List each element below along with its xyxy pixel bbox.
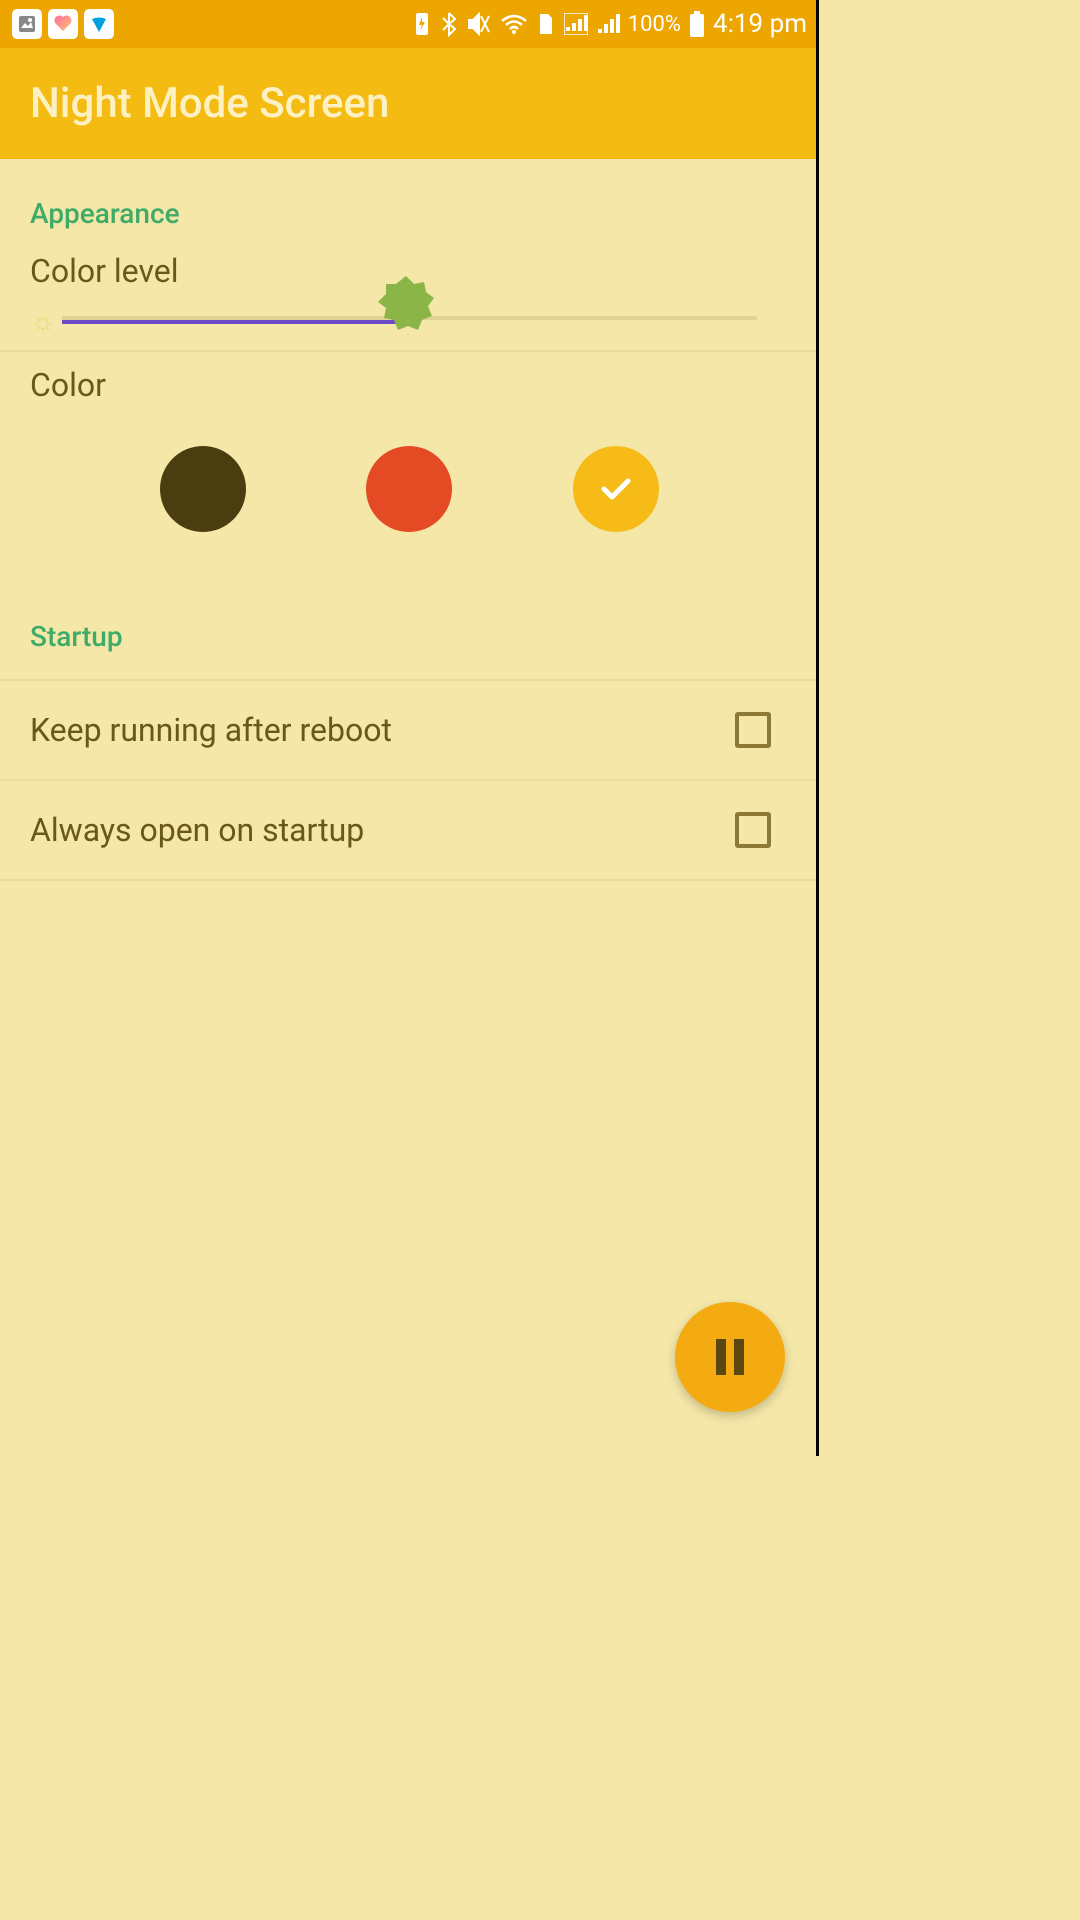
app-title: Night Mode Screen — [30, 79, 389, 128]
color-option-orange[interactable] — [366, 446, 452, 532]
always-open-row[interactable]: Always open on startup — [0, 781, 819, 879]
signal-2-icon — [596, 13, 620, 35]
color-level-slider[interactable]: ☼ — [0, 302, 819, 350]
startup-header: Startup — [0, 582, 819, 661]
keep-running-label: Keep running after reboot — [30, 711, 392, 749]
slider-filled — [62, 320, 406, 324]
signal-1-icon — [564, 13, 588, 35]
wifi-icon — [500, 13, 528, 35]
check-icon — [594, 467, 638, 511]
color-option-dark[interactable] — [160, 446, 246, 532]
divider — [0, 879, 819, 881]
always-open-checkbox[interactable] — [735, 812, 771, 848]
pause-icon — [712, 1337, 748, 1377]
pause-button[interactable] — [675, 1302, 785, 1412]
gallery-icon — [12, 9, 42, 39]
brightness-low-icon: ☼ — [30, 304, 56, 337]
settings-content: Appearance Color level ☼ Color Startup K… — [0, 159, 819, 881]
slider-thumb[interactable] — [376, 274, 436, 334]
status-left-icons — [12, 9, 114, 39]
right-edge-bar — [816, 0, 819, 1456]
keep-running-checkbox[interactable] — [735, 712, 771, 748]
clock-text: 4:19 pm — [713, 9, 807, 39]
mute-vibrate-icon — [466, 11, 492, 37]
color-option-yellow[interactable] — [573, 446, 659, 532]
always-open-label: Always open on startup — [30, 811, 364, 849]
color-options — [0, 416, 819, 582]
health-icon — [48, 9, 78, 39]
color-label: Color — [0, 352, 819, 416]
battery-percent-text: 100% — [628, 12, 681, 37]
keep-running-row[interactable]: Keep running after reboot — [0, 681, 819, 779]
battery-icon — [689, 11, 705, 37]
status-right-icons: 100% 4:19 pm — [412, 9, 807, 39]
status-bar: 100% 4:19 pm — [0, 0, 819, 48]
battery-saver-icon — [412, 11, 432, 37]
telenor-icon — [84, 9, 114, 39]
appearance-header: Appearance — [0, 159, 819, 238]
app-bar: Night Mode Screen — [0, 48, 819, 159]
sim-icon — [536, 12, 556, 36]
bluetooth-icon — [440, 11, 458, 37]
